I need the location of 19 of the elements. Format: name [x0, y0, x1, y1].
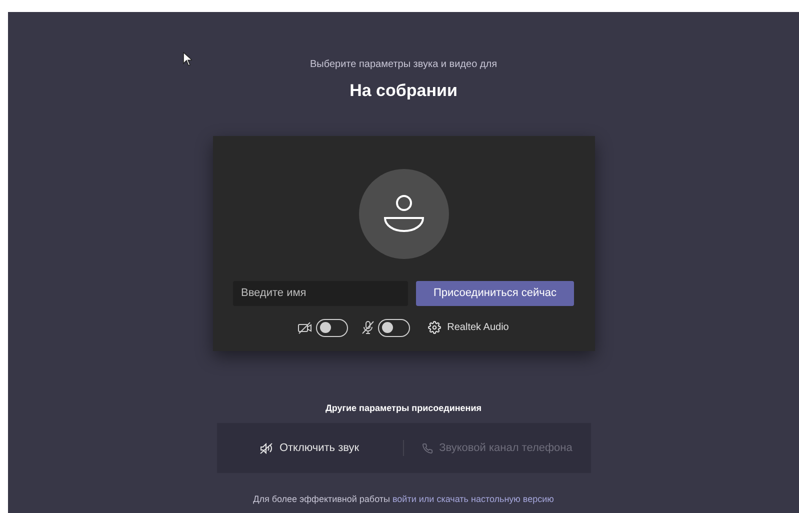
camera-off-icon — [298, 322, 312, 334]
download-desktop-link[interactable]: скачать настольную версию — [436, 494, 554, 504]
toggle-switch[interactable] — [316, 318, 348, 336]
audio-device-label[interactable]: Realtek Audio — [447, 320, 509, 335]
subtitle: Выберите параметры звука и видео для — [310, 58, 497, 72]
settings-icon[interactable] — [428, 321, 442, 334]
person-icon — [382, 194, 424, 234]
other-options-title: Другие параметры присоединения — [325, 402, 482, 415]
sign-in-link[interactable]: войти — [392, 494, 416, 504]
join-now-button[interactable]: Присоединиться сейчас — [416, 280, 574, 306]
mouse-cursor-icon — [183, 52, 192, 66]
speaker-off-icon — [260, 442, 274, 454]
meeting-title: На собрании — [350, 80, 458, 102]
mute-audio-button[interactable]: Отключить звук — [260, 440, 360, 456]
phone-icon — [422, 442, 434, 454]
footer-text: Для более эффективной работы войти или скачать настольную версию — [253, 493, 554, 506]
name-input-field[interactable]: Введите имя — [233, 280, 408, 306]
microphone-off-icon — [362, 321, 374, 334]
toggle-switch[interactable] — [378, 318, 410, 336]
